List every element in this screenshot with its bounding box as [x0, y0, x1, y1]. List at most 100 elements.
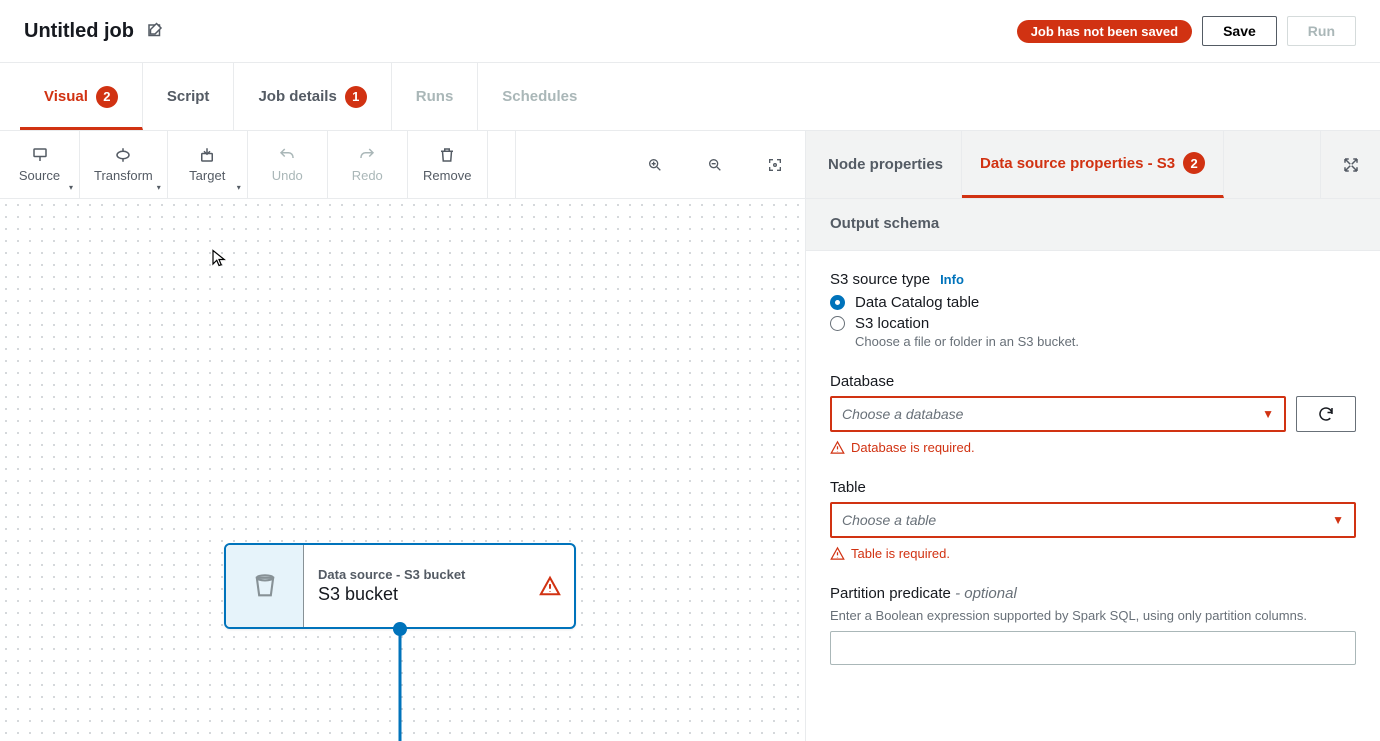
zoom-out-button[interactable] — [685, 157, 745, 173]
database-error-text: Database is required. — [851, 440, 975, 455]
tab-visual-badge: 2 — [96, 86, 118, 108]
expand-icon — [1342, 156, 1360, 174]
redo-tool-label: Redo — [352, 168, 383, 183]
table-select[interactable]: Choose a table ▼ — [830, 502, 1356, 538]
radio-data-catalog-table[interactable]: Data Catalog table — [830, 294, 1356, 311]
node-edge — [399, 631, 402, 741]
tab-script-label: Script — [167, 88, 210, 105]
output-schema-heading: Output schema — [806, 199, 1380, 251]
source-tool-label: Source — [19, 168, 60, 183]
warning-triangle-icon — [830, 546, 845, 561]
tab-job-details[interactable]: Job details 1 — [234, 63, 391, 130]
redo-icon — [358, 146, 376, 164]
fit-button[interactable] — [745, 157, 805, 173]
zoom-out-icon — [707, 157, 723, 173]
caret-down-icon: ▾ — [69, 183, 73, 192]
toolbar-spacer — [488, 131, 516, 198]
undo-tool-label: Undo — [272, 168, 303, 183]
transform-icon — [114, 146, 132, 164]
properties-tabs: Node properties Data source properties -… — [806, 131, 1320, 198]
database-select[interactable]: Choose a database ▼ — [830, 396, 1286, 432]
database-refresh-button[interactable] — [1296, 396, 1356, 432]
tab-visual-label: Visual — [44, 88, 88, 105]
database-label: Database — [830, 373, 894, 390]
trash-icon — [438, 146, 456, 164]
expand-panel-button[interactable] — [1320, 131, 1380, 198]
table-error: Table is required. — [830, 546, 1356, 561]
tab-data-source-properties[interactable]: Data source properties - S3 2 — [962, 131, 1224, 198]
run-button[interactable]: Run — [1287, 16, 1356, 46]
node-type-label: Data source - S3 bucket — [318, 567, 512, 582]
radio-icon — [830, 295, 845, 310]
warning-triangle-icon — [830, 440, 845, 455]
table-label: Table — [830, 479, 866, 496]
s3-source-type-label: S3 source type — [830, 271, 930, 288]
canvas-toolbar: Source ▾ Transform ▾ Target ▾ Undo Redo — [0, 131, 805, 199]
source-icon — [31, 146, 49, 164]
caret-down-icon: ▼ — [1262, 407, 1274, 421]
partition-optional-suffix: - optional — [951, 585, 1017, 602]
target-tool-button[interactable]: Target ▾ — [168, 131, 248, 198]
properties-panel: Node properties Data source properties -… — [805, 131, 1380, 741]
tab-node-properties[interactable]: Node properties — [810, 131, 962, 198]
tab-schedules[interactable]: Schedules — [478, 63, 601, 130]
caret-down-icon: ▾ — [237, 183, 241, 192]
node-warning — [526, 545, 574, 627]
remove-tool-label: Remove — [423, 168, 471, 183]
node-icon-box — [226, 545, 304, 627]
tab-data-source-properties-badge: 2 — [1183, 152, 1205, 174]
properties-content: S3 source type Info Data Catalog table S… — [806, 251, 1380, 741]
partition-desc: Enter a Boolean expression supported by … — [830, 608, 1356, 623]
fit-icon — [767, 157, 783, 173]
partition-predicate-input[interactable] — [830, 631, 1356, 665]
database-placeholder: Choose a database — [842, 406, 963, 422]
table-placeholder: Choose a table — [842, 512, 936, 528]
node-name-label: S3 bucket — [318, 584, 512, 605]
info-link[interactable]: Info — [940, 272, 964, 287]
radio-data-catalog-label: Data Catalog table — [855, 294, 979, 311]
tab-schedules-label: Schedules — [502, 88, 577, 105]
redo-tool-button[interactable]: Redo — [328, 131, 408, 198]
caret-down-icon: ▾ — [157, 183, 161, 192]
target-tool-label: Target — [189, 168, 225, 183]
undo-tool-button[interactable]: Undo — [248, 131, 328, 198]
source-tool-button[interactable]: Source ▾ — [0, 131, 80, 198]
header: Untitled job Job has not been saved Save… — [0, 0, 1380, 63]
tab-data-source-properties-label: Data source properties - S3 — [980, 155, 1175, 172]
tab-script[interactable]: Script — [143, 63, 235, 130]
graph-node-s3-bucket[interactable]: Data source - S3 bucket S3 bucket — [224, 543, 576, 629]
database-error: Database is required. — [830, 440, 1356, 455]
graph-canvas[interactable]: Data source - S3 bucket S3 bucket — [0, 199, 805, 741]
edit-title-icon[interactable] — [146, 22, 164, 40]
tab-runs-label: Runs — [416, 88, 454, 105]
tab-runs[interactable]: Runs — [392, 63, 479, 130]
transform-tool-button[interactable]: Transform ▾ — [80, 131, 168, 198]
main-area: Source ▾ Transform ▾ Target ▾ Undo Redo — [0, 131, 1380, 741]
refresh-icon — [1317, 405, 1335, 423]
node-body: Data source - S3 bucket S3 bucket — [304, 545, 526, 627]
bucket-icon — [251, 572, 279, 600]
radio-s3-location-desc: Choose a file or folder in an S3 bucket. — [855, 334, 1356, 349]
transform-tool-label: Transform — [94, 168, 153, 183]
tab-job-details-badge: 1 — [345, 86, 367, 108]
cursor-icon — [210, 247, 228, 269]
tab-visual[interactable]: Visual 2 — [20, 63, 143, 130]
radio-icon — [830, 316, 845, 331]
partition-label: Partition predicate — [830, 585, 951, 602]
zoom-in-icon — [647, 157, 663, 173]
save-button[interactable]: Save — [1202, 16, 1277, 46]
zoom-in-button[interactable] — [625, 157, 685, 173]
unsaved-warning-pill: Job has not been saved — [1017, 20, 1192, 43]
remove-tool-button[interactable]: Remove — [408, 131, 488, 198]
caret-down-icon: ▼ — [1332, 513, 1344, 527]
undo-icon — [278, 146, 296, 164]
tab-job-details-label: Job details — [258, 88, 336, 105]
warning-triangle-icon — [539, 575, 561, 597]
main-tabs: Visual 2 Script Job details 1 Runs Sched… — [0, 63, 1380, 131]
canvas-panel: Source ▾ Transform ▾ Target ▾ Undo Redo — [0, 131, 805, 741]
radio-s3-location-label: S3 location — [855, 315, 929, 332]
table-error-text: Table is required. — [851, 546, 950, 561]
radio-s3-location[interactable]: S3 location — [830, 315, 1356, 332]
tab-node-properties-label: Node properties — [828, 156, 943, 173]
target-icon — [198, 146, 216, 164]
